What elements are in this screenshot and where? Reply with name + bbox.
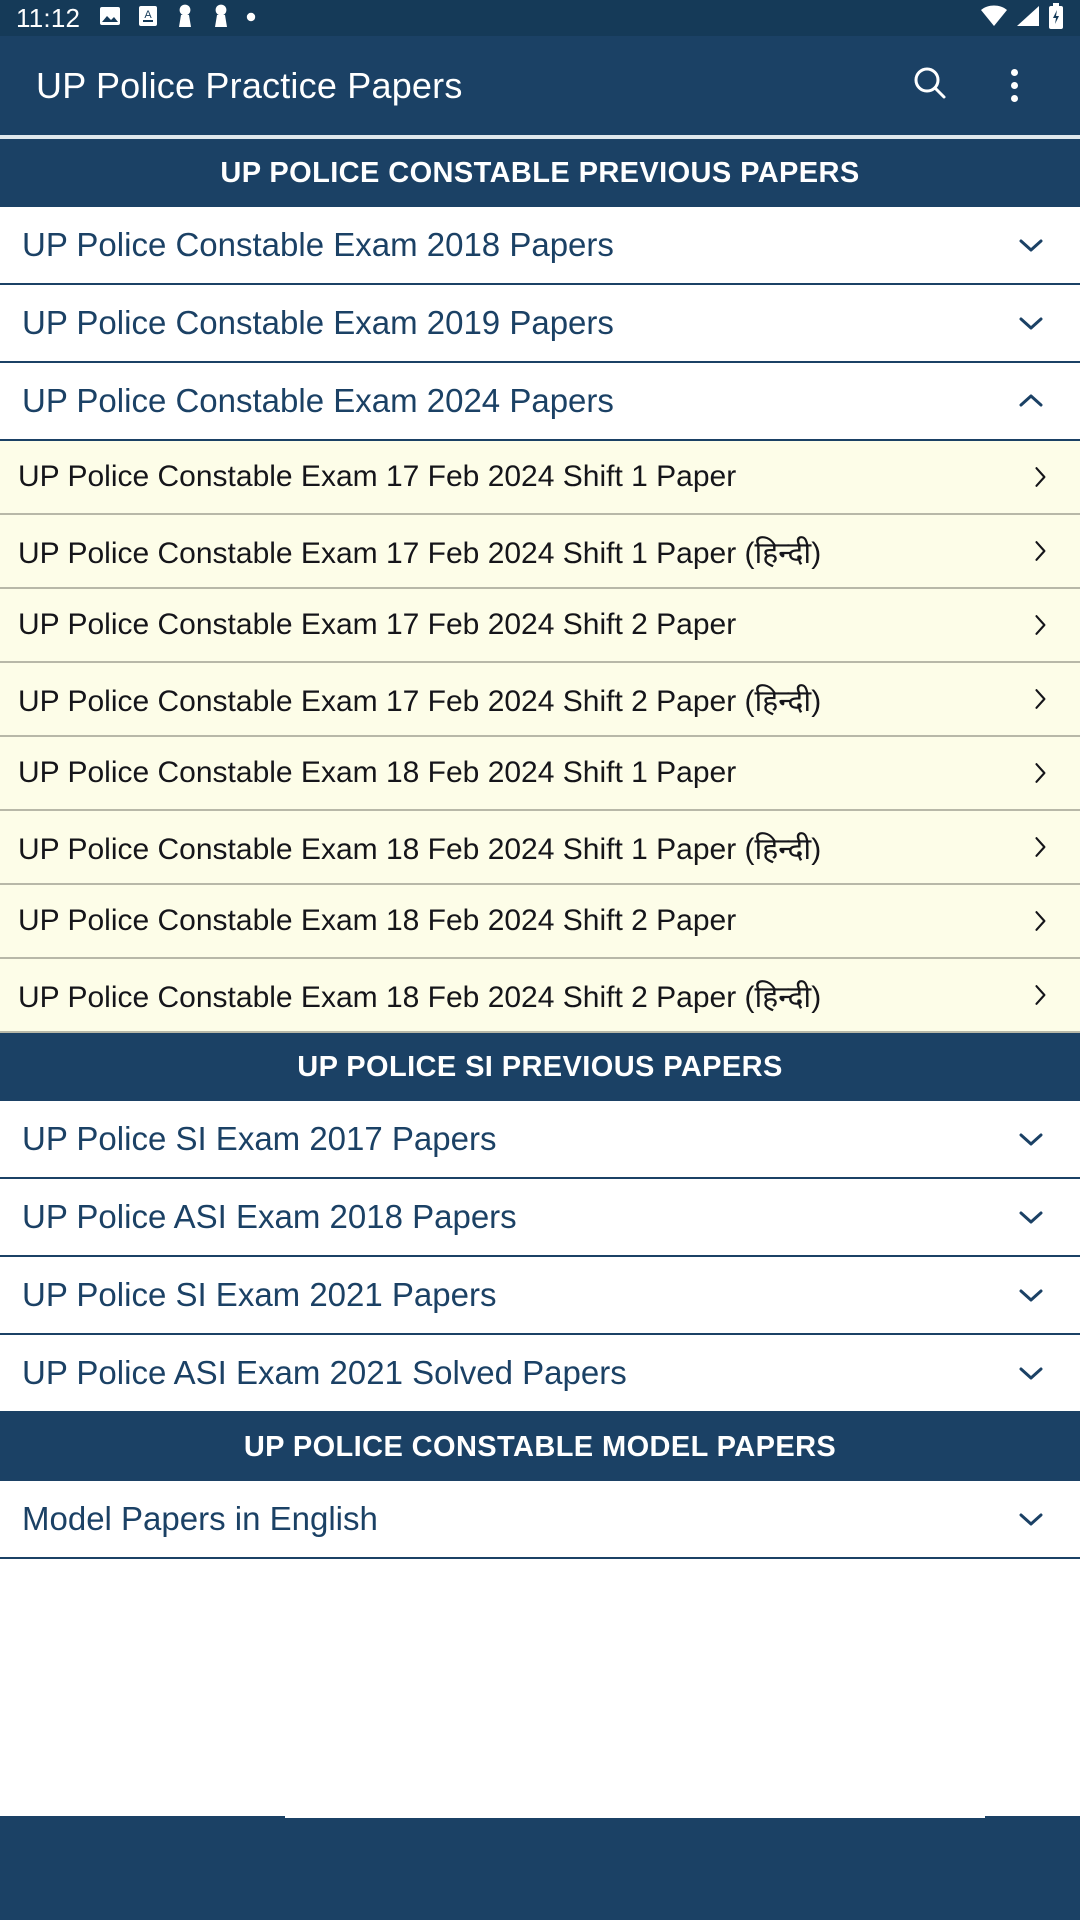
sub-list-item[interactable]: UP Police Constable Exam 18 Feb 2024 Shi…: [0, 737, 1080, 811]
sub-list-item-label: UP Police Constable Exam 17 Feb 2024 Shi…: [18, 684, 822, 718]
list-item-label: UP Police SI Exam 2017 Papers: [22, 1120, 497, 1157]
chevron-down-icon[interactable]: [1008, 1350, 1054, 1396]
chevron-down-icon[interactable]: [1008, 1272, 1054, 1318]
chevron-right-icon[interactable]: [1020, 679, 1060, 719]
sub-list-item[interactable]: UP Police Constable Exam 17 Feb 2024 Shi…: [0, 441, 1080, 515]
chevron-right-icon[interactable]: [1020, 827, 1060, 867]
chevron-up-icon[interactable]: [1008, 378, 1054, 424]
overflow-menu-button[interactable]: [986, 58, 1042, 114]
chess-pawn-icon: [210, 3, 232, 34]
list-item-label: UP Police ASI Exam 2021 Solved Papers: [22, 1354, 627, 1391]
sub-list-item[interactable]: UP Police Constable Exam 17 Feb 2024 Shi…: [0, 663, 1080, 737]
chess-pawn-icon: [174, 3, 196, 34]
list-item-label: UP Police SI Exam 2021 Papers: [22, 1276, 497, 1313]
chevron-right-icon[interactable]: [1020, 457, 1060, 497]
status-notification-icons: A: [98, 3, 256, 34]
list-item-label: UP Police Constable Exam 2024 Papers: [22, 382, 614, 419]
list-item-label: UP Police ASI Exam 2018 Papers: [22, 1198, 517, 1235]
app-bar-actions: [902, 58, 1050, 114]
section-header-constable-previous-papers: UP POLICE CONSTABLE PREVIOUS PAPERS: [0, 139, 1080, 207]
sub-list-item[interactable]: UP Police Constable Exam 18 Feb 2024 Shi…: [0, 885, 1080, 959]
papers-list[interactable]: UP POLICE CONSTABLE PREVIOUS PAPERS UP Po…: [0, 139, 1080, 1816]
search-button[interactable]: [902, 58, 958, 114]
list-item-label: UP Police Constable Exam 2019 Papers: [22, 304, 614, 341]
screenshot-icon: A: [136, 4, 160, 33]
dot-icon: [246, 9, 256, 27]
list-item[interactable]: Model Papers in English: [0, 1481, 1080, 1559]
signal-icon: [1015, 4, 1041, 33]
list-item[interactable]: UP Police ASI Exam 2021 Solved Papers: [0, 1335, 1080, 1413]
list-item[interactable]: UP Police ASI Exam 2018 Papers: [0, 1179, 1080, 1257]
sub-list-item-label: UP Police Constable Exam 17 Feb 2024 Shi…: [18, 608, 737, 641]
chevron-down-icon[interactable]: [1008, 1496, 1054, 1542]
battery-icon: [1048, 2, 1064, 34]
system-navigation-bar: [0, 1802, 1080, 1920]
list-item[interactable]: UP Police SI Exam 2017 Papers: [0, 1101, 1080, 1179]
chevron-right-icon[interactable]: [1020, 975, 1060, 1015]
app-root: 11:12 A UP Police Practice Papers UP POL…: [0, 0, 1080, 1920]
list-item[interactable]: UP Police SI Exam 2021 Papers: [0, 1257, 1080, 1335]
sub-list-item[interactable]: UP Police Constable Exam 18 Feb 2024 Shi…: [0, 811, 1080, 885]
chevron-right-icon[interactable]: [1020, 605, 1060, 645]
list-item[interactable]: UP Police Constable Exam 2019 Papers: [0, 285, 1080, 363]
wifi-icon: [980, 4, 1008, 33]
chevron-right-icon[interactable]: [1020, 753, 1060, 793]
sub-list-item[interactable]: UP Police Constable Exam 17 Feb 2024 Shi…: [0, 515, 1080, 589]
app-bar: UP Police Practice Papers: [0, 36, 1080, 135]
sub-list-item-label: UP Police Constable Exam 17 Feb 2024 Shi…: [18, 460, 737, 493]
search-icon: [910, 63, 950, 108]
section-header-constable-model-papers: UP POLICE CONSTABLE MODEL PAPERS: [0, 1413, 1080, 1481]
chevron-down-icon[interactable]: [1008, 1116, 1054, 1162]
status-bar: 11:12 A: [0, 0, 1080, 36]
svg-text:A: A: [144, 9, 152, 21]
list-item[interactable]: UP Police Constable Exam 2024 Papers: [0, 363, 1080, 441]
status-system-icons: [980, 2, 1064, 34]
sub-list-item-label: UP Police Constable Exam 18 Feb 2024 Shi…: [18, 832, 822, 866]
nav-bar-notch: [285, 1802, 985, 1818]
chevron-right-icon[interactable]: [1020, 531, 1060, 571]
status-clock: 11:12: [16, 3, 81, 33]
list-item[interactable]: UP Police Constable Exam 2018 Papers: [0, 207, 1080, 285]
sub-list-item-label: UP Police Constable Exam 18 Feb 2024 Shi…: [18, 980, 822, 1014]
list-item-label: UP Police Constable Exam 2018 Papers: [22, 226, 614, 263]
section-header-label: UP POLICE SI PREVIOUS PAPERS: [297, 1050, 783, 1083]
sub-list-item-label: UP Police Constable Exam 18 Feb 2024 Shi…: [18, 904, 737, 937]
chevron-down-icon[interactable]: [1008, 222, 1054, 268]
list-item-label: Model Papers in English: [22, 1500, 378, 1537]
sub-list-item-label: UP Police Constable Exam 18 Feb 2024 Shi…: [18, 756, 737, 789]
sub-list-item[interactable]: UP Police Constable Exam 17 Feb 2024 Shi…: [0, 589, 1080, 663]
sub-list-item-label: UP Police Constable Exam 17 Feb 2024 Shi…: [18, 536, 822, 570]
chevron-right-icon[interactable]: [1020, 901, 1060, 941]
image-icon: [98, 4, 122, 33]
chevron-down-icon[interactable]: [1008, 1194, 1054, 1240]
section-header-si-previous-papers: UP POLICE SI PREVIOUS PAPERS: [0, 1033, 1080, 1101]
section-header-label: UP POLICE CONSTABLE PREVIOUS PAPERS: [220, 156, 860, 189]
sub-list-item[interactable]: UP Police Constable Exam 18 Feb 2024 Shi…: [0, 959, 1080, 1033]
section-header-label: UP POLICE CONSTABLE MODEL PAPERS: [243, 1430, 837, 1463]
chevron-down-icon[interactable]: [1008, 300, 1054, 346]
page-title: UP Police Practice Papers: [36, 64, 463, 106]
more-vertical-icon: [1010, 69, 1018, 102]
